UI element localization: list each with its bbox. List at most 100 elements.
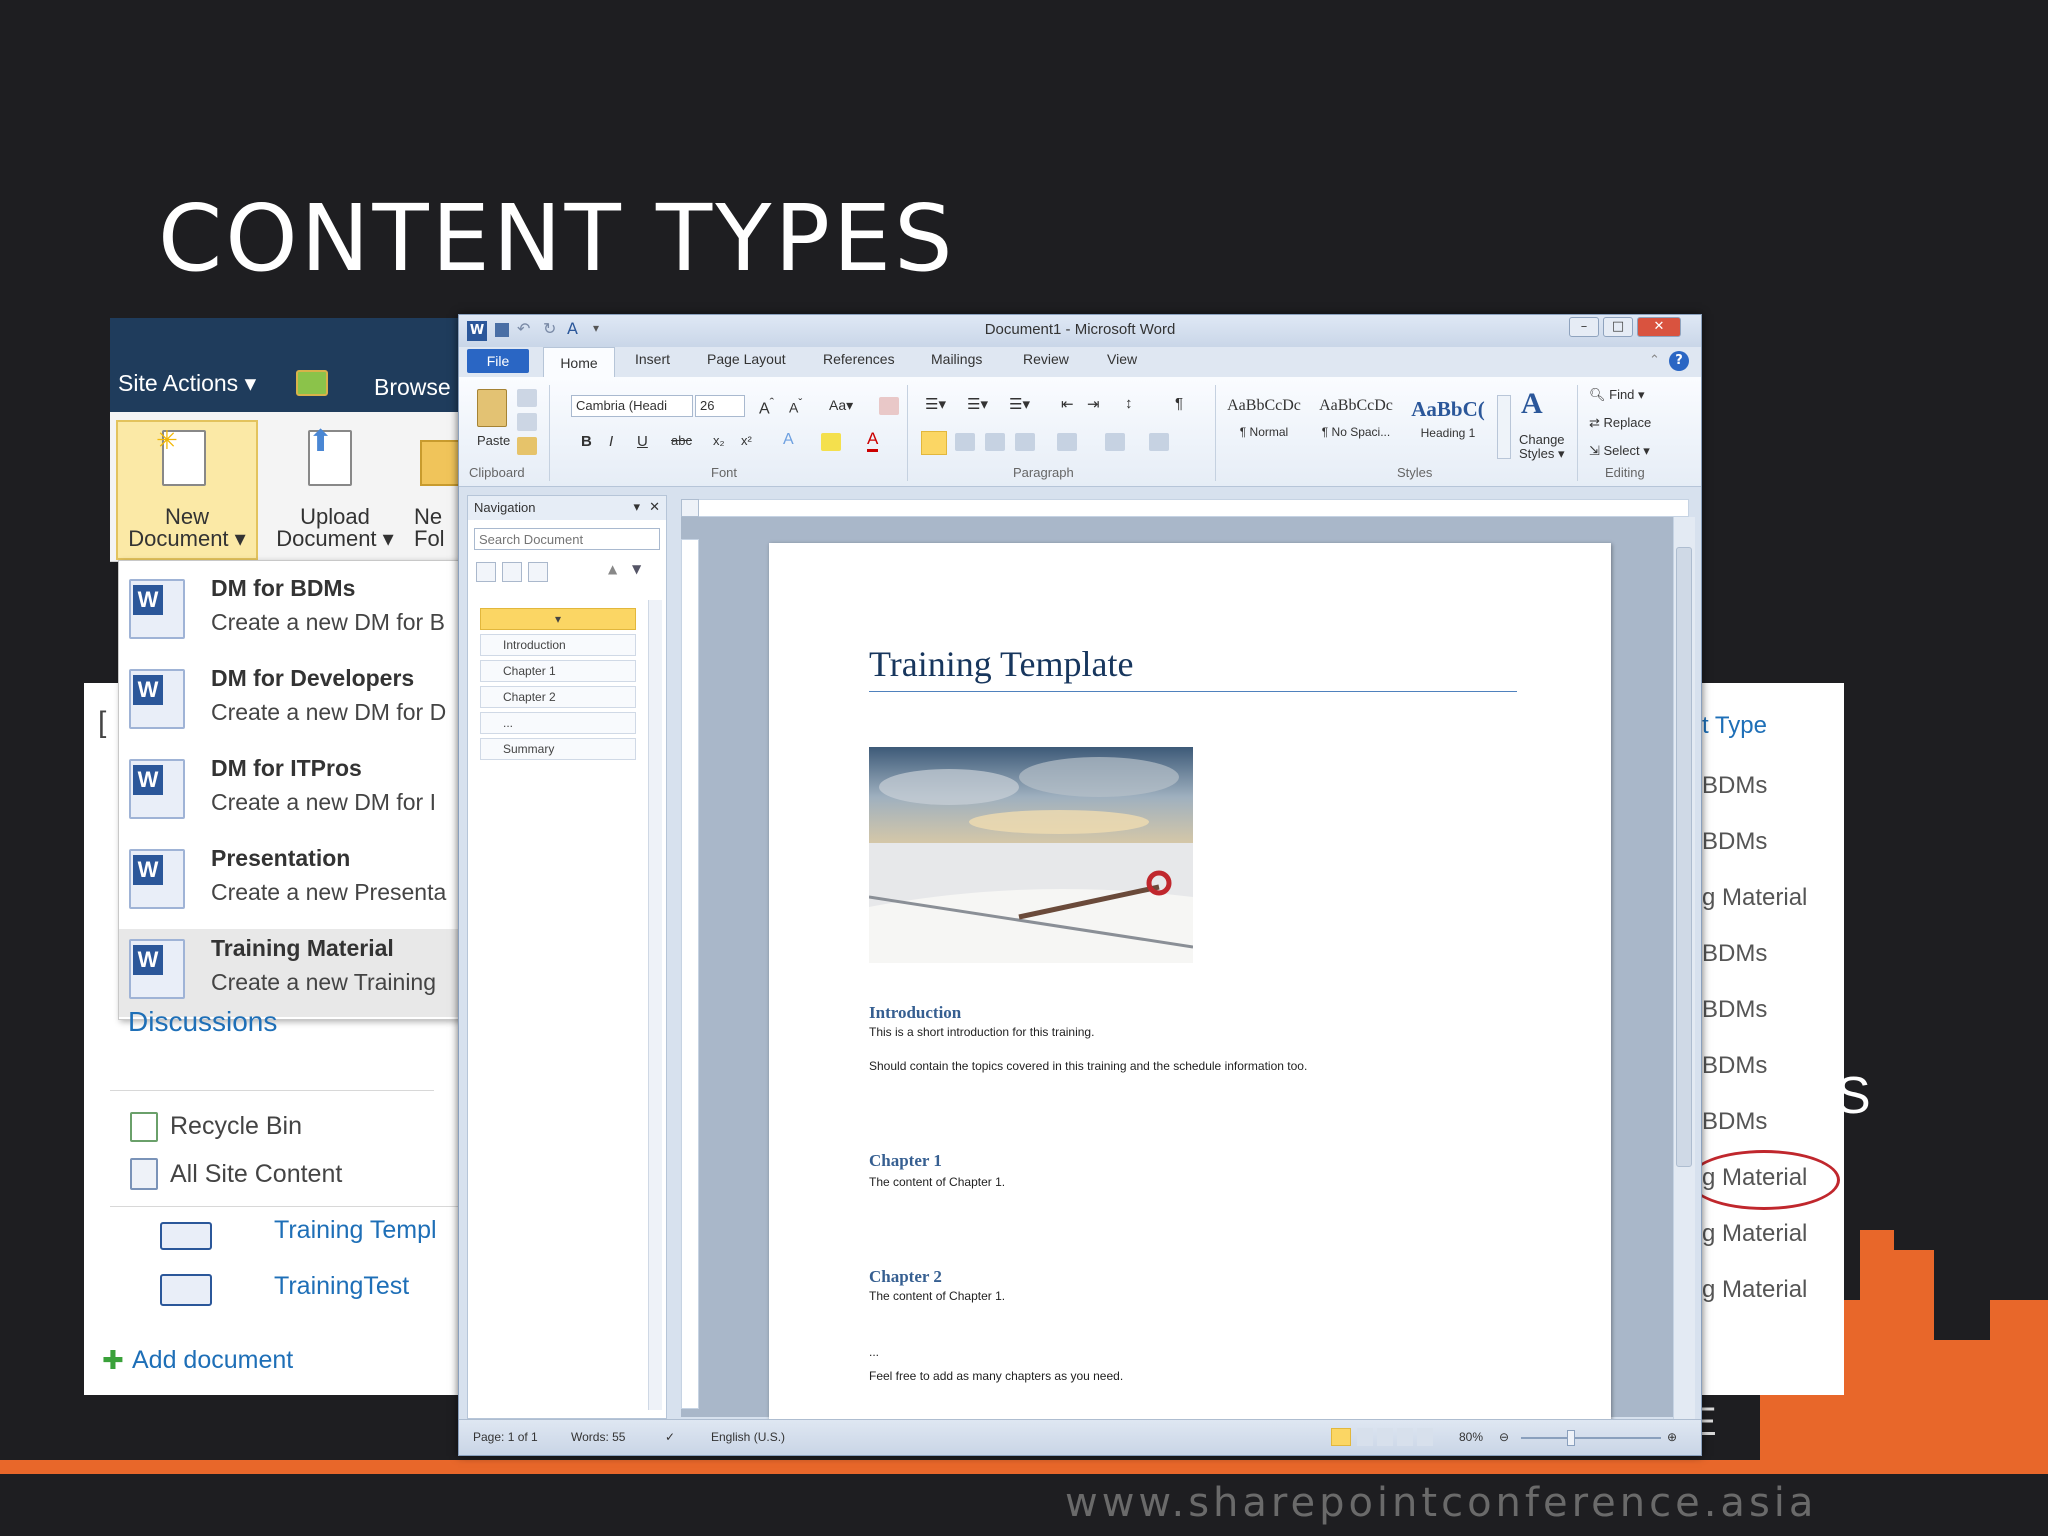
previous-heading-icon[interactable]: ▲ (608, 562, 617, 576)
section-text[interactable]: ... (869, 1345, 879, 1359)
find-button[interactable]: 🔍︎ Find ▾ (1589, 387, 1645, 403)
horizontal-ruler[interactable] (681, 499, 1689, 517)
nav-heading-title[interactable]: ▾ (480, 608, 636, 630)
increase-indent-icon[interactable]: ⇥ (1087, 395, 1100, 413)
tab-insert[interactable]: Insert (635, 351, 670, 367)
highlight-icon[interactable] (821, 433, 841, 451)
doc-link-training-test[interactable]: TrainingTest (274, 1272, 409, 1301)
upload-document-label-1[interactable]: Upload (264, 506, 406, 528)
section-heading[interactable]: Chapter 2 (869, 1267, 942, 1287)
paste-icon[interactable] (477, 389, 507, 427)
new-folder-label-2[interactable]: Fol (414, 528, 460, 550)
nav-discussions[interactable]: Discussions (128, 1008, 277, 1038)
section-text[interactable]: Should contain the topics covered in thi… (869, 1059, 1307, 1073)
replace-button[interactable]: ⇄ Replace (1589, 415, 1651, 431)
next-heading-icon[interactable]: ▼ (632, 562, 641, 576)
styles-scroll[interactable] (1497, 395, 1511, 459)
change-styles-label[interactable]: Styles ▾ (1519, 447, 1565, 461)
vertical-ruler[interactable] (681, 539, 699, 1409)
browse-headings-icon[interactable] (476, 562, 496, 582)
align-left-icon[interactable] (921, 431, 947, 455)
style-heading-1[interactable]: AaBbC(Heading 1 (1403, 397, 1493, 455)
tab-mailings[interactable]: Mailings (931, 351, 982, 367)
document-page[interactable]: Training Template Introduction This is a… (769, 543, 1611, 1423)
tab-page-layout[interactable]: Page Layout (707, 351, 786, 367)
shrink-font-icon[interactable]: Aˇ (789, 397, 802, 416)
tab-home[interactable]: Home (543, 347, 615, 377)
tab-references[interactable]: References (823, 351, 895, 367)
borders-icon[interactable] (1149, 433, 1169, 451)
nav-heading[interactable]: Introduction (480, 634, 636, 656)
section-text[interactable]: The content of Chapter 1. (869, 1175, 1005, 1189)
tab-file[interactable]: File (467, 349, 529, 373)
section-heading[interactable]: Introduction (869, 1003, 961, 1023)
nav-heading[interactable]: Chapter 2 (480, 686, 636, 708)
tab-selector-icon[interactable] (681, 499, 699, 517)
underline-icon[interactable]: U (637, 433, 648, 450)
add-document-link[interactable]: Add document (132, 1346, 293, 1375)
section-heading[interactable]: Chapter 1 (869, 1151, 942, 1171)
close-icon[interactable]: ✕ (1637, 317, 1681, 337)
cut-icon[interactable] (517, 389, 537, 407)
upload-document-label-2[interactable]: Document ▾ (264, 528, 406, 550)
document-title[interactable]: Training Template (869, 643, 1517, 692)
site-actions-menu[interactable]: Site Actions ▾ (118, 370, 256, 397)
copy-icon[interactable] (517, 413, 537, 431)
paste-button[interactable]: Paste (477, 433, 510, 448)
line-spacing-icon[interactable] (1057, 433, 1077, 451)
strikethrough-icon[interactable]: abc (671, 433, 692, 448)
doc-link-training-template[interactable]: Training Templ (274, 1216, 460, 1244)
select-button[interactable]: ⇲ Select ▾ (1589, 443, 1650, 459)
print-layout-icon[interactable] (1331, 1428, 1351, 1446)
superscript-icon[interactable]: x² (741, 433, 752, 448)
new-folder-label-1[interactable]: Ne (414, 506, 460, 528)
align-center-icon[interactable] (955, 433, 975, 451)
browse-tab[interactable]: Browse (374, 374, 451, 401)
menu-item-dm-developers[interactable]: W DM for Developers Create a new DM for D (119, 659, 461, 747)
style-no-spacing[interactable]: AaBbCcDc ¶ No Spaci... (1311, 397, 1401, 455)
sort-icon[interactable]: ↕ (1125, 395, 1133, 412)
web-layout-icon[interactable] (1377, 1428, 1393, 1446)
help-icon[interactable]: ? (1669, 351, 1689, 371)
content-type-header[interactable]: t Type (1702, 712, 1767, 740)
section-text[interactable]: The content of Chapter 1. (869, 1289, 1005, 1303)
font-size-select[interactable]: 26 (695, 395, 745, 417)
scrollbar-thumb[interactable] (1676, 547, 1692, 1167)
change-styles-icon[interactable]: A (1521, 387, 1543, 421)
tab-view[interactable]: View (1107, 351, 1137, 367)
section-text[interactable]: Feel free to add as many chapters as you… (869, 1369, 1123, 1383)
nav-heading[interactable]: Chapter 1 (480, 660, 636, 682)
font-color-icon[interactable]: A (867, 429, 879, 452)
search-document-input[interactable] (474, 528, 660, 550)
change-styles-label[interactable]: Change (1519, 433, 1565, 447)
maximize-icon[interactable]: □ (1603, 317, 1633, 337)
decrease-indent-icon[interactable]: ⇤ (1061, 395, 1074, 413)
nav-recycle-bin[interactable]: Recycle Bin (170, 1112, 302, 1141)
minimize-ribbon-icon[interactable]: ⌃ (1649, 353, 1660, 368)
browse-results-icon[interactable] (528, 562, 548, 582)
full-screen-icon[interactable] (1357, 1428, 1373, 1446)
pane-options-icon[interactable]: ▾ (633, 499, 640, 515)
new-folder-icon[interactable] (420, 440, 460, 486)
bold-icon[interactable]: B (581, 433, 592, 450)
change-case-icon[interactable]: Aa▾ (829, 397, 853, 414)
browse-pages-icon[interactable] (502, 562, 522, 582)
word-count[interactable]: Words: 55 (571, 1430, 625, 1444)
section-text[interactable]: This is a short introduction for this tr… (869, 1025, 1094, 1039)
zoom-slider-thumb[interactable] (1567, 1430, 1575, 1446)
multilevel-list-icon[interactable]: ☰▾ (1009, 395, 1030, 413)
close-pane-icon[interactable]: ✕ (649, 499, 660, 515)
upload-document-icon[interactable]: ⬆ (308, 424, 352, 486)
subscript-icon[interactable]: x₂ (713, 433, 725, 448)
menu-item-training-material[interactable]: W Training Material Create a new Training (119, 929, 461, 1017)
justify-icon[interactable] (1015, 433, 1035, 451)
nav-heading[interactable]: Summary (480, 738, 636, 760)
menu-item-dm-bdms[interactable]: W DM for BDMs Create a new DM for B (119, 569, 461, 657)
tab-review[interactable]: Review (1023, 351, 1069, 367)
snow-landscape-photo[interactable] (869, 747, 1193, 963)
menu-item-presentation[interactable]: W Presentation Create a new Presenta (119, 839, 461, 927)
style-normal[interactable]: AaBbCcDc ¶ Normal (1219, 397, 1309, 455)
text-effects-icon[interactable]: A (783, 431, 794, 449)
shading-icon[interactable] (1105, 433, 1125, 451)
font-name-select[interactable]: Cambria (Headi (571, 395, 693, 417)
